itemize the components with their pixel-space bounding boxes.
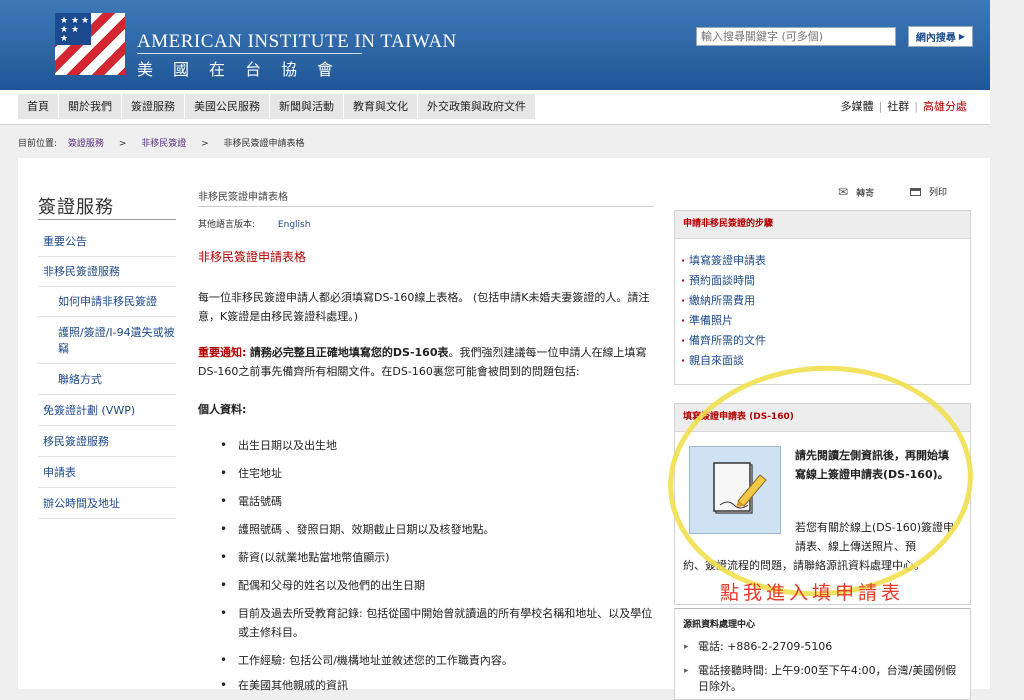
nav-visa[interactable]: 簽證服務 <box>122 94 185 119</box>
step-photo[interactable]: 準備照片 <box>681 314 733 328</box>
sidebar-divider <box>38 286 176 287</box>
sidebar-divider <box>38 316 176 317</box>
sidebar-item-forms[interactable]: 申請表 <box>43 465 175 481</box>
sidebar-divider <box>38 425 176 426</box>
other-language-label: 其他語言版本: <box>198 220 256 230</box>
other-language: 其他語言版本: English <box>198 217 310 230</box>
list-item: 在美國其他親戚的資訊 <box>220 676 658 695</box>
list-item: 出生日期以及出生地 <box>220 436 658 455</box>
service-center-title: 源訊資料處理中心 <box>683 620 756 630</box>
sidebar-divider <box>38 219 176 220</box>
nav-policy[interactable]: 外交政策與政府文件 <box>418 94 536 119</box>
steps-box: 申請非移民簽證的步驟 填寫簽證申請表 預約面談時間 繳納所需費用 準備照片 備齊… <box>674 210 971 385</box>
step-appointment[interactable]: 預約面談時間 <box>681 274 755 288</box>
sidebar-divider <box>38 363 176 364</box>
steps-box-title: 申請非移民簽證的步驟 <box>675 211 970 239</box>
nav-kaohsiung[interactable]: 高雄分處 <box>918 94 972 119</box>
page-title: 非移民簽證申請表格 <box>198 192 288 203</box>
sidebar-item-how-to-apply[interactable]: 如何申請非移民簽證 <box>58 294 176 310</box>
step-fees[interactable]: 繳納所需費用 <box>681 294 755 308</box>
nav-education[interactable]: 教育與文化 <box>344 94 418 119</box>
list-item: 工作經驗: 包括公司/機構地址並敘述您的工作職責內容。 <box>220 651 658 670</box>
site-header: ★ ★ ★ ★ ★ ★ AMERICAN INSTITUTE IN TAIWAN… <box>0 0 990 90</box>
sidebar-item-office-hours[interactable]: 辦公時間及地址 <box>43 496 175 512</box>
send-link[interactable]: ✉ 轉寄 <box>838 185 874 199</box>
printer-icon <box>910 187 921 196</box>
nav-home[interactable]: 首頁 <box>18 94 59 119</box>
print-label: 列印 <box>929 188 948 198</box>
list-item: 護照號碼 、發照日期、效期截止日期以及核發地點。 <box>220 520 658 539</box>
notice-label: 重要通知: <box>198 346 247 359</box>
list-item: 薪資(以就業地點當地幣值顯示) <box>220 548 658 567</box>
nav-social[interactable]: 社群 <box>882 94 914 119</box>
nav-news[interactable]: 新聞與活動 <box>270 94 344 119</box>
breadcrumb-nonimmigrant[interactable]: 非移民簽證 <box>141 139 186 149</box>
send-label: 轉寄 <box>856 188 875 199</box>
search-button-label: 網內搜尋 <box>915 33 956 44</box>
english-link[interactable]: English <box>278 220 311 230</box>
title-divider <box>198 206 654 207</box>
main-navigation: 首頁 關於我們 簽證服務 美國公民服務 新聞與活動 教育與文化 外交政策與政府文… <box>0 90 990 125</box>
nav-citizen[interactable]: 美國公民服務 <box>185 94 270 119</box>
breadcrumb-label: 目前位置: <box>18 139 58 149</box>
personal-info-heading: 個人資料: <box>198 403 247 416</box>
step-documents[interactable]: 備齊所需的文件 <box>681 334 766 348</box>
sidebar-item-contact[interactable]: 聯絡方式 <box>58 372 176 388</box>
breadcrumb-separator: > <box>118 139 127 149</box>
step-interview[interactable]: 親自來面談 <box>681 354 744 368</box>
sidebar-title: 簽證服務 <box>38 197 114 218</box>
org-name-en[interactable]: AMERICAN INSTITUTE IN TAIWAN <box>137 31 457 53</box>
sidebar-item-vwp[interactable]: 免簽證計劃 (VWP) <box>43 403 175 419</box>
breadcrumb-current: 非移民簽證申請表格 <box>223 139 305 149</box>
notice-paragraph: 重要通知: 請務必完整且正確地填寫您的DS-160表。我們強烈建議每一位申請人在… <box>198 343 654 381</box>
nav-about[interactable]: 關於我們 <box>59 94 122 119</box>
annotation-text[interactable]: 點我進入填申請表 <box>720 578 904 605</box>
nav-multimedia[interactable]: 多媒體 <box>836 94 879 119</box>
sidebar-divider <box>38 456 176 457</box>
sidebar-divider <box>38 518 176 519</box>
breadcrumb-visa[interactable]: 簽證服務 <box>68 139 104 149</box>
search-input[interactable] <box>696 27 896 46</box>
step-fill-form[interactable]: 填寫簽證申請表 <box>681 254 766 268</box>
chevron-right-icon: ▶ <box>958 32 966 41</box>
sidebar-divider <box>38 256 176 257</box>
logo-divider <box>137 53 362 54</box>
list-item: 住宅地址 <box>220 464 658 483</box>
sidebar-item-nonimmigrant[interactable]: 非移民簽證服務 <box>43 264 175 280</box>
sidebar-divider <box>38 487 176 488</box>
sidebar-item-lost-passport[interactable]: 護照/簽證/I-94遺失或被竊 <box>58 325 176 357</box>
sidebar-item-announcements[interactable]: 重要公告 <box>43 234 175 250</box>
search-button[interactable]: 網內搜尋 ▶ <box>908 26 973 47</box>
sidebar-divider <box>38 394 176 395</box>
sidebar-item-immigrant[interactable]: 移民簽證服務 <box>43 434 175 450</box>
org-name-zh[interactable]: 美國在台協會 <box>137 56 353 80</box>
breadcrumb: 目前位置: 簽證服務 > 非移民簽證 > 非移民簽證申請表格 <box>18 136 305 149</box>
breadcrumb-separator: > <box>201 139 209 149</box>
service-center-hours: 電話接聽時間: 上午9:00至下午4:00，台灣/美國例假日除外。 <box>684 663 958 695</box>
service-center-box: 源訊資料處理中心 電話: +886-2-2709-5106 電話接聽時間: 上午… <box>674 608 971 700</box>
flag-logo-icon[interactable]: ★ ★ ★ ★ ★ ★ <box>55 13 125 75</box>
intro-paragraph: 每一位非移民簽證申請人都必須填寫DS-160線上表格。 (包括申請K未婚夫妻簽證… <box>198 291 650 323</box>
list-item: 配偶和父母的姓名以及他們的出生日期 <box>220 576 658 595</box>
page-heading: 非移民簽證申請表格 <box>198 250 307 264</box>
envelope-icon: ✉ <box>838 185 849 199</box>
print-link[interactable]: 列印 <box>910 185 947 198</box>
list-item: 目前及過去所受教育記錄: 包括從國中開始曾就讀過的所有學校名稱和地址、以及學位或… <box>220 604 658 642</box>
notice-bold: 請務必完整且正確地填寫您的DS-160表 <box>249 346 449 359</box>
service-center-phone: 電話: +886-2-2709-5106 <box>684 639 958 655</box>
list-item: 電話號碼 <box>220 492 658 511</box>
